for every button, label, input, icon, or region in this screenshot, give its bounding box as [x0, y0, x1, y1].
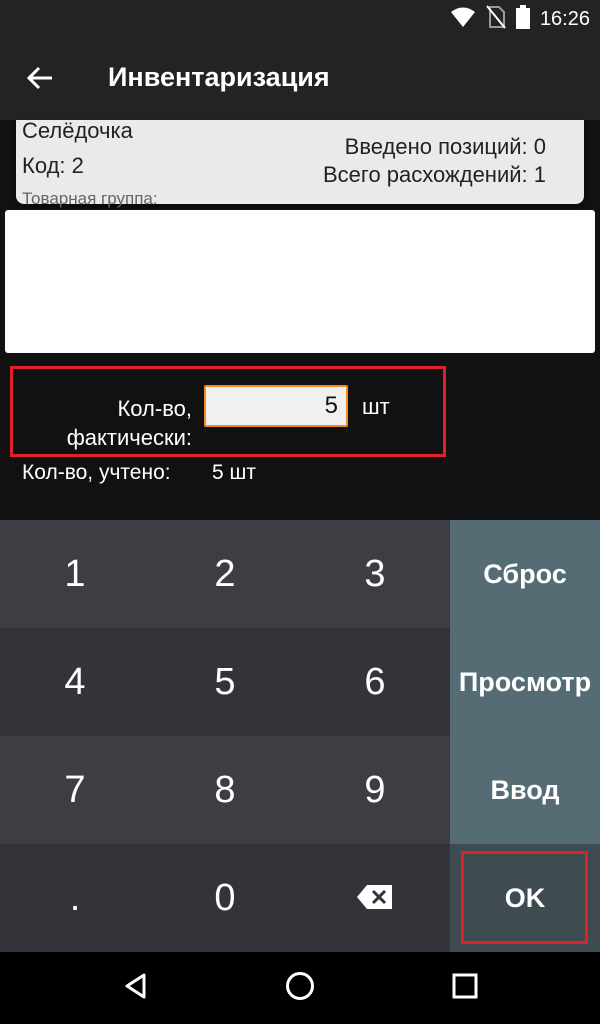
entered-positions-text: Введено позиций: 0 — [344, 134, 546, 159]
backspace-button[interactable] — [300, 844, 450, 952]
product-name: Селёдочка — [22, 118, 133, 143]
product-group: Товарная группа: — [22, 189, 158, 208]
actual-quantity-input[interactable]: 5 — [204, 385, 348, 427]
key-4[interactable]: 4 — [0, 628, 150, 736]
content-area: Введено позиций: 0 Всего расхождений: 1 — [0, 120, 600, 520]
key-8[interactable]: 8 — [150, 736, 300, 844]
key-2[interactable]: 2 — [150, 520, 300, 628]
enter-button[interactable]: Ввод — [450, 736, 600, 844]
actual-quantity-label-line2: фактически: — [66, 425, 192, 450]
reset-button[interactable]: Сброс — [450, 520, 600, 628]
key-decimal-point[interactable]: . — [0, 844, 150, 952]
counted-quantity-value: 5 шт — [212, 461, 256, 484]
home-circle-icon — [285, 971, 315, 1006]
nav-recents-button[interactable] — [443, 966, 487, 1010]
actual-quantity-label: Кол-во, фактически: — [0, 394, 192, 452]
page-title: Инвентаризация — [108, 62, 330, 92]
key-5[interactable]: 5 — [150, 628, 300, 736]
status-time: 16:26 — [539, 7, 590, 30]
product-card — [5, 210, 595, 353]
back-triangle-icon — [122, 972, 150, 1005]
arrow-back-icon — [26, 64, 54, 97]
nav-home-button[interactable] — [278, 966, 322, 1010]
key-3[interactable]: 3 — [300, 520, 450, 628]
status-bar: 16:26 — [0, 0, 600, 38]
app-bar: Инвентаризация — [0, 38, 600, 120]
key-9[interactable]: 9 — [300, 736, 450, 844]
total-discrepancies-text: Всего расхождений: 1 — [323, 162, 546, 187]
battery-icon — [515, 4, 530, 34]
key-6[interactable]: 6 — [300, 628, 450, 736]
key-0[interactable]: 0 — [150, 844, 300, 952]
ok-button-highlight — [461, 851, 588, 944]
system-nav-bar — [0, 952, 600, 1024]
backspace-icon — [356, 877, 394, 920]
wifi-icon — [450, 6, 476, 33]
key-7[interactable]: 7 — [0, 736, 150, 844]
product-code: Код: 2 — [22, 153, 84, 178]
key-1[interactable]: 1 — [0, 520, 150, 628]
actual-quantity-label-line1: Кол-во, — [117, 396, 192, 421]
no-sim-icon — [486, 4, 506, 34]
preview-button[interactable]: Просмотр — [450, 628, 600, 736]
back-button[interactable] — [18, 58, 62, 102]
nav-back-button[interactable] — [114, 966, 158, 1010]
status-icons: 16:26 — [450, 4, 590, 34]
recents-square-icon — [452, 973, 478, 1004]
counted-quantity-label: Кол-во, учтено: — [22, 461, 171, 484]
quantity-unit: шт — [362, 394, 390, 419]
